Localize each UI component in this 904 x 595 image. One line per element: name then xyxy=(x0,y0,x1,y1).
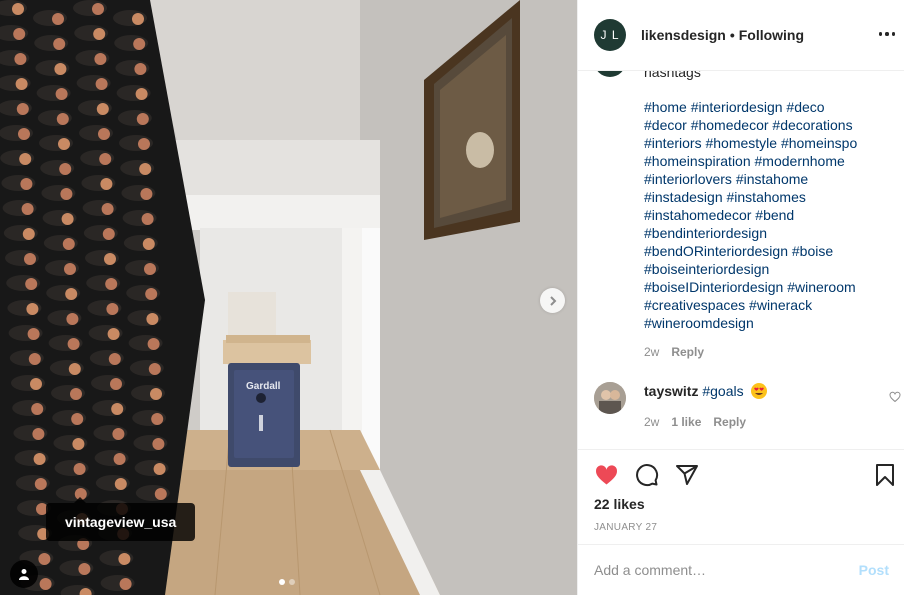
hashtag-line[interactable]: #boiseIDinteriordesign #wineroom xyxy=(644,278,884,296)
separator-dot: • xyxy=(729,27,735,43)
hashtag-line[interactable]: #instadesign #instahomes xyxy=(644,188,884,206)
person-icon xyxy=(19,569,29,580)
carousel-dot xyxy=(279,579,285,585)
like-button[interactable] xyxy=(594,463,619,492)
paper-plane-icon xyxy=(676,465,698,485)
author-avatar[interactable]: J L xyxy=(594,19,626,51)
hashtag-line[interactable]: #decor #homedecor #decorations xyxy=(644,116,884,134)
comments-list[interactable]: hashtags #home #interiordesign #deco #dec… xyxy=(578,71,904,449)
safe-brand-text: Gardall xyxy=(246,381,281,392)
hashtag-line[interactable]: #homeinspiration #modernhome xyxy=(644,152,884,170)
comment-button[interactable] xyxy=(635,463,659,492)
caption-author-avatar[interactable] xyxy=(594,71,626,77)
user-tag-label[interactable]: vintageview_usa xyxy=(46,497,196,541)
profile-photo-icon xyxy=(594,382,626,414)
likes-count[interactable]: 22 likes xyxy=(594,496,645,512)
commenter-username[interactable]: tayswitz xyxy=(644,383,698,399)
caption-hashtags: #home #interiordesign #deco #decor #homed… xyxy=(644,98,884,332)
hashtag-line[interactable]: #wineroomdesign xyxy=(644,314,884,332)
commenter-avatar[interactable] xyxy=(594,382,626,414)
hashtag-line[interactable]: #home #interiordesign #deco xyxy=(644,98,884,116)
save-button[interactable] xyxy=(873,463,897,492)
comment-hashtag[interactable]: #goals xyxy=(702,383,743,399)
add-comment-bar: Post xyxy=(578,544,904,595)
chevron-right-icon xyxy=(549,295,556,306)
comment-like-heart-icon[interactable] xyxy=(889,391,901,403)
carousel-dot xyxy=(289,579,295,585)
action-buttons xyxy=(594,463,699,492)
hashtag-line[interactable]: #bendORinteriordesign #boise xyxy=(644,242,884,260)
caption-reply-button[interactable]: Reply xyxy=(671,345,704,359)
tagged-users-button[interactable] xyxy=(10,560,38,588)
caption-age: 2w xyxy=(644,345,660,359)
post-photo[interactable]: Gardall vintageview_usa xyxy=(0,0,577,595)
hashtag-line[interactable]: #creativespaces #winerack xyxy=(644,296,884,314)
carousel-indicator xyxy=(279,579,295,585)
comment-likes-count[interactable]: 1 like xyxy=(671,415,701,429)
comment-bubble-icon xyxy=(636,464,659,487)
post-comment-button[interactable]: Post xyxy=(859,562,889,578)
comment-meta: 2w 1 like Reply xyxy=(644,415,746,429)
heart-eyes-emoji-icon xyxy=(750,383,767,399)
share-button[interactable] xyxy=(675,463,699,492)
post-date[interactable]: JANUARY 27 xyxy=(594,522,657,533)
author-info: likensdesign • Following xyxy=(641,27,804,43)
post-actions: 22 likes JANUARY 27 xyxy=(578,449,904,533)
caption-meta: 2w Reply xyxy=(644,345,704,359)
comment-age: 2w xyxy=(644,415,660,429)
comment-input[interactable] xyxy=(594,562,859,578)
hashtag-line[interactable]: #instahomedecor #bend xyxy=(644,206,884,224)
carousel-next-button[interactable] xyxy=(540,288,565,313)
heart-filled-icon xyxy=(595,465,618,485)
post-details-panel: J L likensdesign • Following hashtags #hom… xyxy=(577,0,904,595)
hashtag-line[interactable]: #bendinteriordesign xyxy=(644,224,884,242)
hashtag-line[interactable]: #boiseinteriordesign xyxy=(644,260,884,278)
more-options-icon[interactable] xyxy=(879,26,895,42)
comment-reply-button[interactable]: Reply xyxy=(713,415,746,429)
hashtag-line[interactable]: #interiors #homestyle #homeinspo xyxy=(644,134,884,152)
hashtag-line[interactable]: #interiorlovers #instahome xyxy=(644,170,884,188)
comment-item: tayswitz #goals xyxy=(644,383,767,399)
bookmark-icon xyxy=(876,464,894,486)
author-username[interactable]: likensdesign xyxy=(641,27,726,43)
caption-truncated-text: hashtags xyxy=(644,71,701,80)
follow-status[interactable]: Following xyxy=(739,27,804,43)
post-header: J L likensdesign • Following xyxy=(578,0,904,71)
